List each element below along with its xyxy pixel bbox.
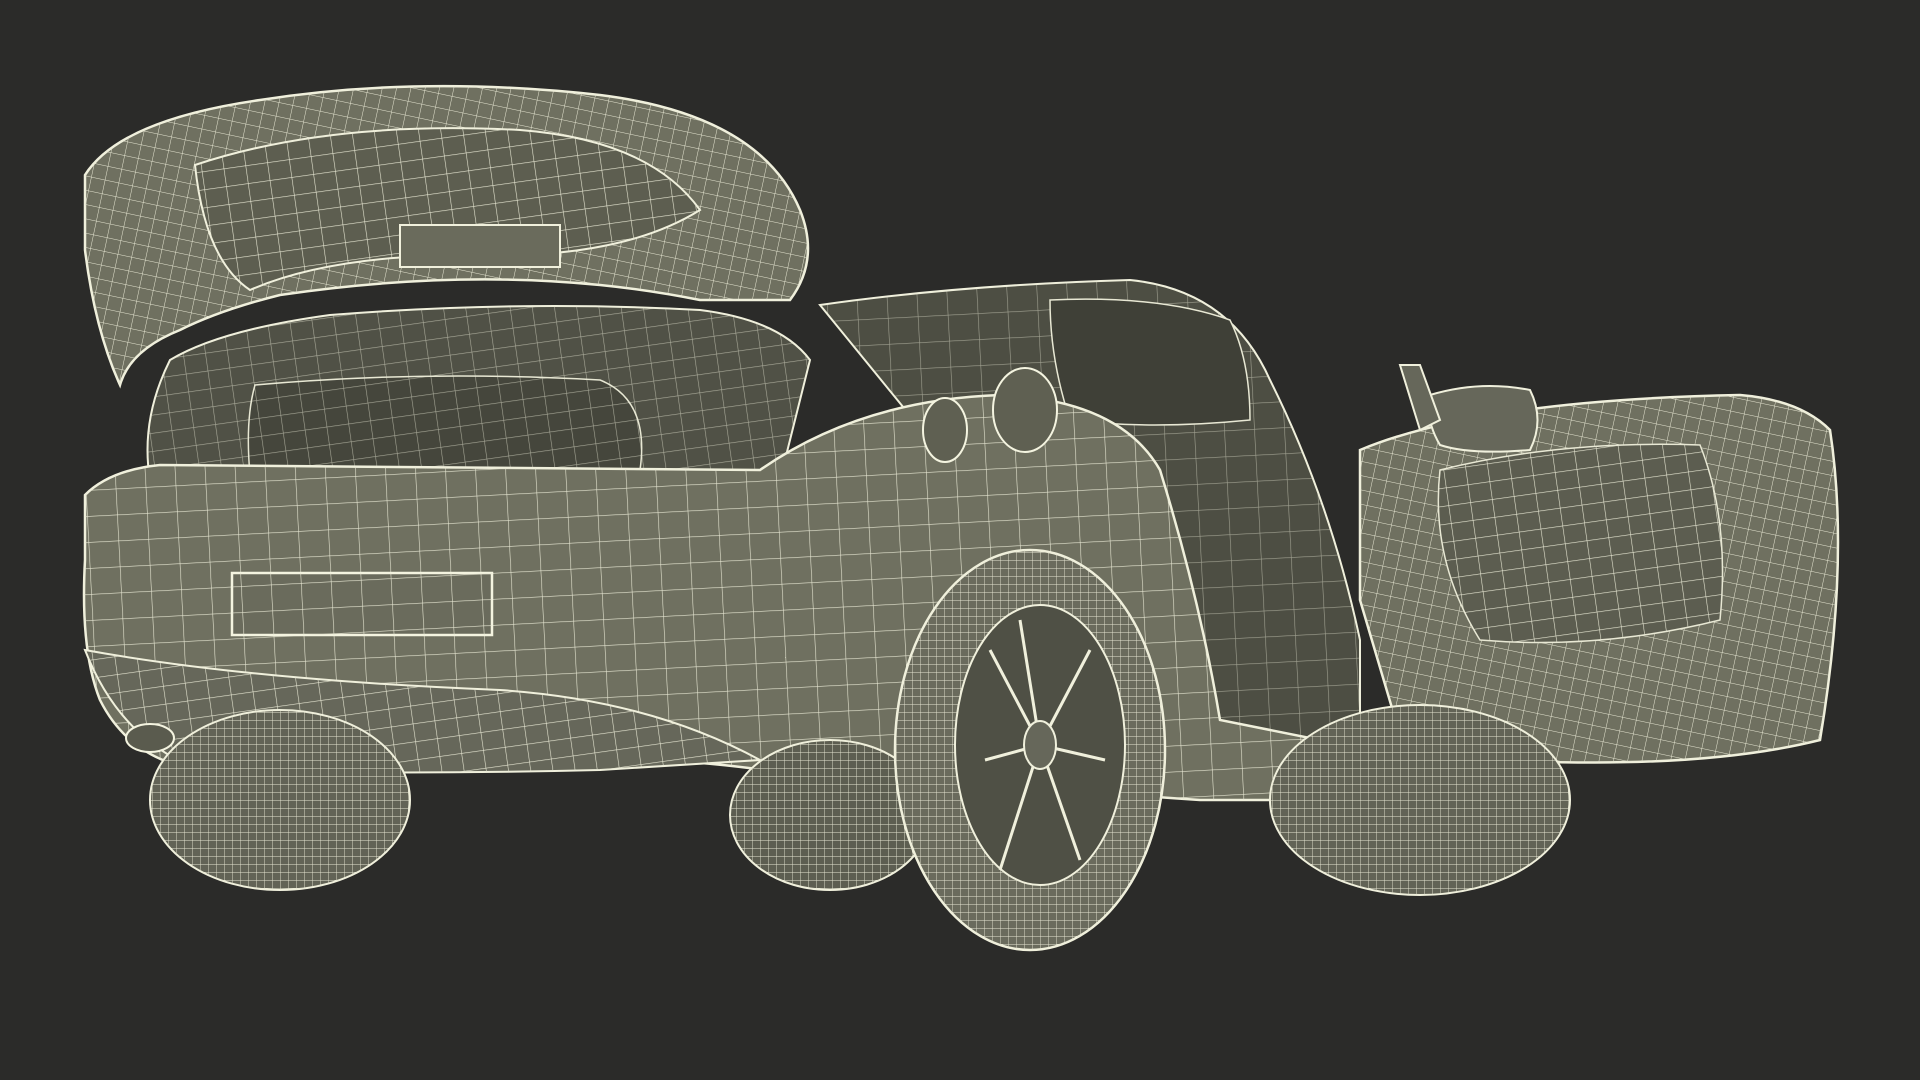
rear-right-wheel <box>893 548 1167 952</box>
car-wireframe-render <box>82 84 1840 952</box>
cargo-area <box>146 305 812 481</box>
open-door <box>1358 364 1840 764</box>
rear-left-wheel <box>149 709 411 891</box>
front-right-wheel <box>1269 704 1571 896</box>
render-viewport <box>0 0 1920 1080</box>
